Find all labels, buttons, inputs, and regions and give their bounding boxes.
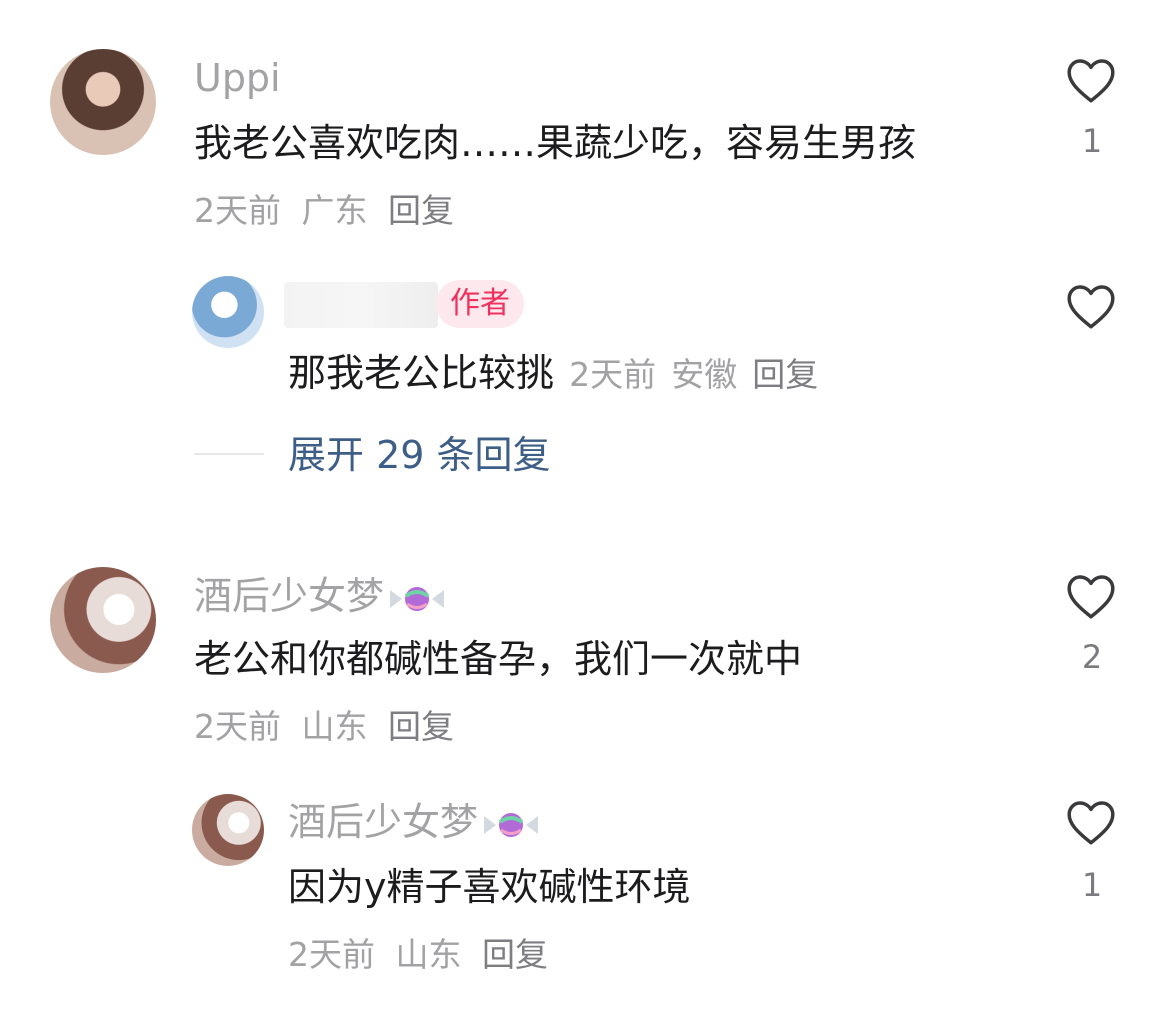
avatar[interactable]: [192, 794, 264, 866]
reply-text: 因为y精子喜欢碱性环境: [288, 865, 691, 909]
like-count: 1: [1081, 866, 1103, 904]
comment-time: 2天前: [194, 191, 281, 230]
like-count: 1: [1081, 122, 1103, 160]
heart-outline-icon: [1067, 801, 1115, 845]
comment-text: 老公和你都碱性备孕，我们一次就中: [194, 637, 803, 681]
username[interactable]: 酒后少女梦: [288, 800, 540, 844]
author-badge: 作者: [436, 280, 524, 328]
candy-emoji-icon: [390, 586, 445, 611]
comment-time: 2天前: [194, 707, 281, 746]
avatar[interactable]: [50, 49, 156, 155]
username[interactable]: Uppi: [194, 56, 281, 100]
reply-location: 安徽: [671, 355, 738, 394]
reply-text: 那我老公比较挑: [288, 351, 555, 395]
reply-button[interactable]: 回复: [752, 355, 818, 394]
reply-button[interactable]: 回复: [388, 707, 454, 746]
avatar[interactable]: [50, 567, 156, 673]
comment-location: 山东: [301, 707, 368, 746]
comment-text: 我老公喜欢吃肉……果蔬少吃，容易生男孩: [194, 121, 917, 165]
username-blurred[interactable]: [284, 282, 438, 328]
username-text: 酒后少女梦: [194, 574, 385, 618]
candy-emoji-icon: [484, 812, 539, 837]
comment-meta: 2天前 广东 回复: [194, 191, 454, 231]
comment-location: 广东: [301, 191, 368, 230]
reply-meta: 2天前 山东 回复: [288, 935, 548, 975]
reply-location: 山东: [395, 935, 462, 974]
reply-button[interactable]: 回复: [388, 191, 454, 230]
reply-time: 2天前: [569, 355, 657, 394]
reply-time: 2天前: [288, 935, 375, 974]
username[interactable]: 酒后少女梦: [194, 574, 446, 618]
like-button[interactable]: [1064, 572, 1120, 624]
expand-divider: [194, 453, 264, 455]
heart-outline-icon: [1067, 575, 1115, 619]
heart-outline-icon: [1067, 285, 1115, 329]
avatar[interactable]: [192, 276, 264, 348]
like-button[interactable]: [1064, 282, 1120, 334]
reply-button[interactable]: 回复: [482, 935, 548, 974]
like-button[interactable]: [1064, 798, 1120, 850]
like-count: 2: [1081, 638, 1103, 676]
like-button[interactable]: [1064, 56, 1120, 108]
expand-replies-button[interactable]: 展开 29 条回复: [288, 432, 551, 478]
comment-meta: 2天前 山东 回复: [194, 707, 454, 747]
username-text: 酒后少女梦: [288, 800, 479, 844]
heart-outline-icon: [1067, 59, 1115, 103]
reply-line: 那我老公比较挑 2天前 安徽 回复: [288, 350, 818, 396]
